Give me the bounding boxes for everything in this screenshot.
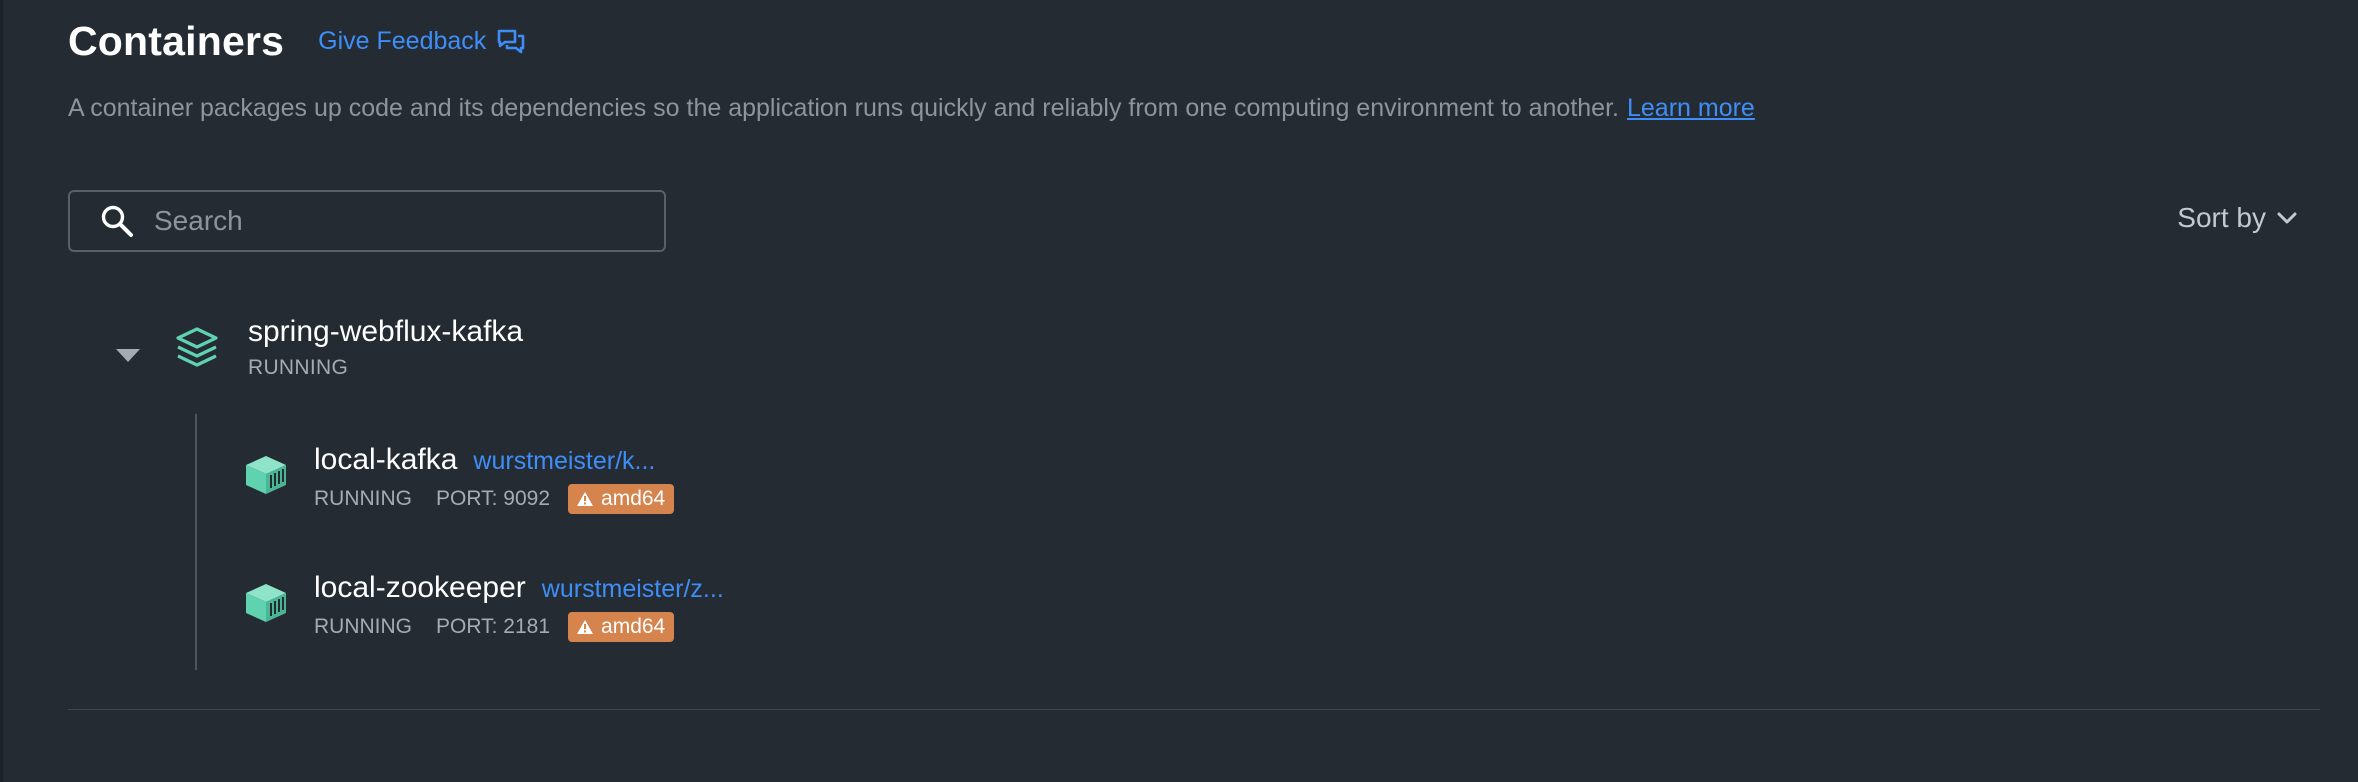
sort-by-dropdown[interactable]: Sort by: [2177, 202, 2298, 234]
container-image-link[interactable]: wurstmeister/k...: [473, 447, 655, 476]
container-name: local-kafka: [314, 443, 458, 476]
container-info: local-kafka wurstmeister/k... RUNNING PO…: [314, 440, 675, 514]
compose-group-row[interactable]: spring-webflux-kafka RUNNING: [110, 312, 523, 380]
badge-label: amd64: [601, 615, 666, 638]
learn-more-link[interactable]: Learn more: [1627, 94, 1755, 122]
container-name: local-zookeeper: [314, 571, 526, 604]
stack-layers-icon: [176, 327, 218, 367]
page-title: Containers: [68, 18, 285, 64]
search-input[interactable]: [152, 204, 616, 238]
arch-warning-badge: amd64: [568, 612, 675, 642]
badge-label: amd64: [601, 487, 666, 510]
left-edge-border: [0, 0, 3, 782]
container-status: RUNNING: [314, 487, 412, 510]
group-name: spring-webflux-kafka: [248, 315, 524, 348]
page-header: Containers Give Feedback: [68, 18, 526, 65]
sort-by-label: Sort by: [2177, 202, 2266, 233]
warning-icon: [577, 620, 594, 634]
group-status: RUNNING: [248, 356, 349, 379]
description-text: A container packages up code and its dep…: [68, 94, 1619, 122]
page-description: A container packages up code and its dep…: [68, 94, 1755, 123]
container-info: local-zookeeper wurstmeister/z... RUNNIN…: [314, 568, 724, 642]
container-port: PORT: 9092: [436, 487, 551, 510]
chat-bubbles-icon: [497, 29, 525, 53]
expand-caret-icon[interactable]: [110, 338, 146, 374]
tree-connector-line: [195, 414, 197, 670]
search-box[interactable]: [68, 190, 666, 252]
give-feedback-link[interactable]: Give Feedback: [318, 27, 526, 56]
warning-icon: [577, 492, 594, 506]
container-box-icon: [246, 584, 286, 622]
group-info: spring-webflux-kafka RUNNING: [248, 312, 523, 380]
container-image-link[interactable]: wurstmeister/z...: [542, 575, 724, 604]
container-status: RUNNING: [314, 615, 412, 638]
containers-page: Containers Give Feedback A container pac…: [0, 0, 2358, 782]
container-row-local-kafka[interactable]: local-kafka wurstmeister/k... RUNNING PO…: [244, 440, 675, 514]
arch-warning-badge: amd64: [568, 484, 675, 514]
chevron-down-icon: [2277, 212, 2297, 224]
give-feedback-label: Give Feedback: [318, 27, 487, 55]
container-port: PORT: 2181: [436, 615, 551, 638]
search-icon: [101, 205, 133, 237]
container-box-icon: [246, 456, 286, 494]
section-divider: [68, 709, 2320, 710]
container-row-local-zookeeper[interactable]: local-zookeeper wurstmeister/z... RUNNIN…: [244, 568, 724, 642]
